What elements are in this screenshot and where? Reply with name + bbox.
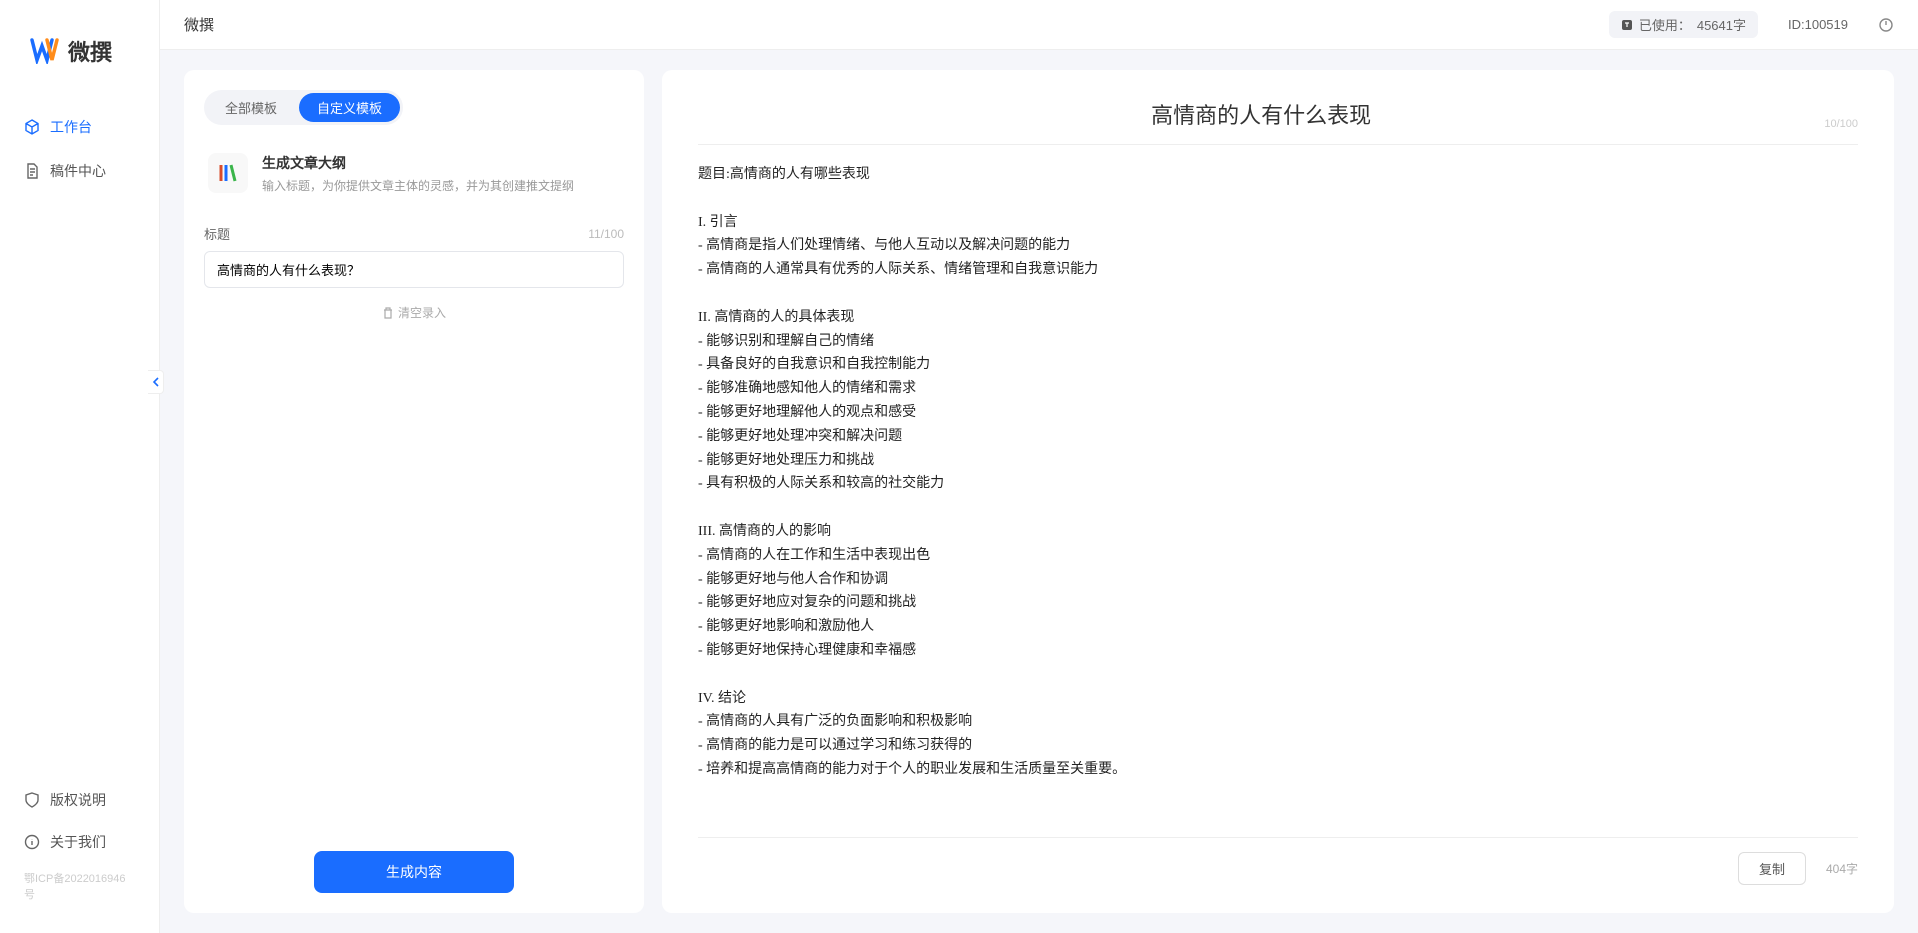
template-title: 生成文章大纲 — [262, 153, 624, 173]
page-title: 微撰 — [184, 14, 214, 35]
template-info: 生成文章大纲 输入标题，为你提供文章主体的灵感，并为其创建推文提纲 — [262, 153, 624, 194]
topbar: 微撰 已使用： 45641字 ID:100519 — [160, 0, 1918, 50]
template-card[interactable]: 生成文章大纲 输入标题，为你提供文章主体的灵感，并为其创建推文提纲 — [204, 145, 624, 214]
template-card-icon — [208, 153, 248, 193]
usage-label: 已使用： — [1639, 15, 1691, 34]
doc-icon — [24, 163, 40, 179]
field-block: 标题 11/100 — [204, 224, 624, 288]
tab-all-templates[interactable]: 全部模板 — [207, 93, 295, 122]
nav-item-label: 工作台 — [50, 117, 92, 137]
template-desc: 输入标题，为你提供文章主体的灵感，并为其创建推文提纲 — [262, 177, 624, 194]
sidebar: 微撰 工作台 稿件中心 版权说明 — [0, 0, 160, 933]
nav-item-label: 稿件中心 — [50, 161, 106, 181]
info-icon — [24, 834, 40, 850]
user-id: ID:100519 — [1788, 17, 1848, 32]
logo-icon — [30, 38, 60, 64]
power-icon[interactable] — [1878, 17, 1894, 33]
left-panel: 全部模板 自定义模板 生成文章大纲 输入标题，为你提供文章主体的灵感，并为其创建… — [184, 70, 644, 913]
trash-icon — [382, 307, 394, 319]
nav-item-workspace[interactable]: 工作台 — [0, 107, 159, 147]
result-title-count: 10/100 — [1824, 118, 1858, 130]
nav-item-copyright[interactable]: 版权说明 — [0, 780, 159, 820]
result-body[interactable]: 题目:高情商的人有哪些表现 I. 引言 - 高情商是指人们处理情绪、与他人互动以… — [698, 163, 1858, 837]
topbar-right: 已使用： 45641字 ID:100519 — [1609, 11, 1894, 38]
title-input[interactable] — [204, 251, 624, 288]
tab-custom-templates[interactable]: 自定义模板 — [299, 93, 400, 122]
sidebar-bottom: 版权说明 关于我们 鄂ICP备2022016946号 — [0, 780, 159, 918]
cube-icon — [24, 119, 40, 135]
word-count: 404字 — [1826, 860, 1858, 877]
copy-button[interactable]: 复制 — [1738, 852, 1806, 885]
right-panel: 高情商的人有什么表现 10/100 题目:高情商的人有哪些表现 I. 引言 - … — [662, 70, 1894, 913]
generate-button[interactable]: 生成内容 — [314, 851, 514, 893]
logo-text: 微撰 — [68, 35, 112, 67]
clear-input-button[interactable]: 清空录入 — [204, 304, 624, 321]
text-icon — [1621, 19, 1633, 31]
field-char-count: 11/100 — [588, 227, 624, 241]
shield-icon — [24, 792, 40, 808]
sidebar-collapse-button[interactable] — [148, 370, 164, 394]
result-title: 高情商的人有什么表现 — [698, 98, 1824, 130]
main: 微撰 已使用： 45641字 ID:100519 全部模板 自定义模板 — [160, 0, 1918, 933]
nav-item-drafts[interactable]: 稿件中心 — [0, 151, 159, 191]
usage-value: 45641字 — [1697, 15, 1746, 34]
field-label: 标题 — [204, 224, 230, 243]
nav: 工作台 稿件中心 — [0, 107, 159, 780]
nav-item-label: 版权说明 — [50, 790, 106, 810]
content: 全部模板 自定义模板 生成文章大纲 输入标题，为你提供文章主体的灵感，并为其创建… — [160, 50, 1918, 933]
icp-text: 鄂ICP备2022016946号 — [0, 864, 159, 908]
logo[interactable]: 微撰 — [0, 15, 159, 107]
template-tabs: 全部模板 自定义模板 — [204, 90, 403, 125]
nav-item-label: 关于我们 — [50, 832, 106, 852]
nav-item-about[interactable]: 关于我们 — [0, 822, 159, 862]
clear-label: 清空录入 — [398, 304, 446, 321]
usage-badge: 已使用： 45641字 — [1609, 11, 1758, 38]
